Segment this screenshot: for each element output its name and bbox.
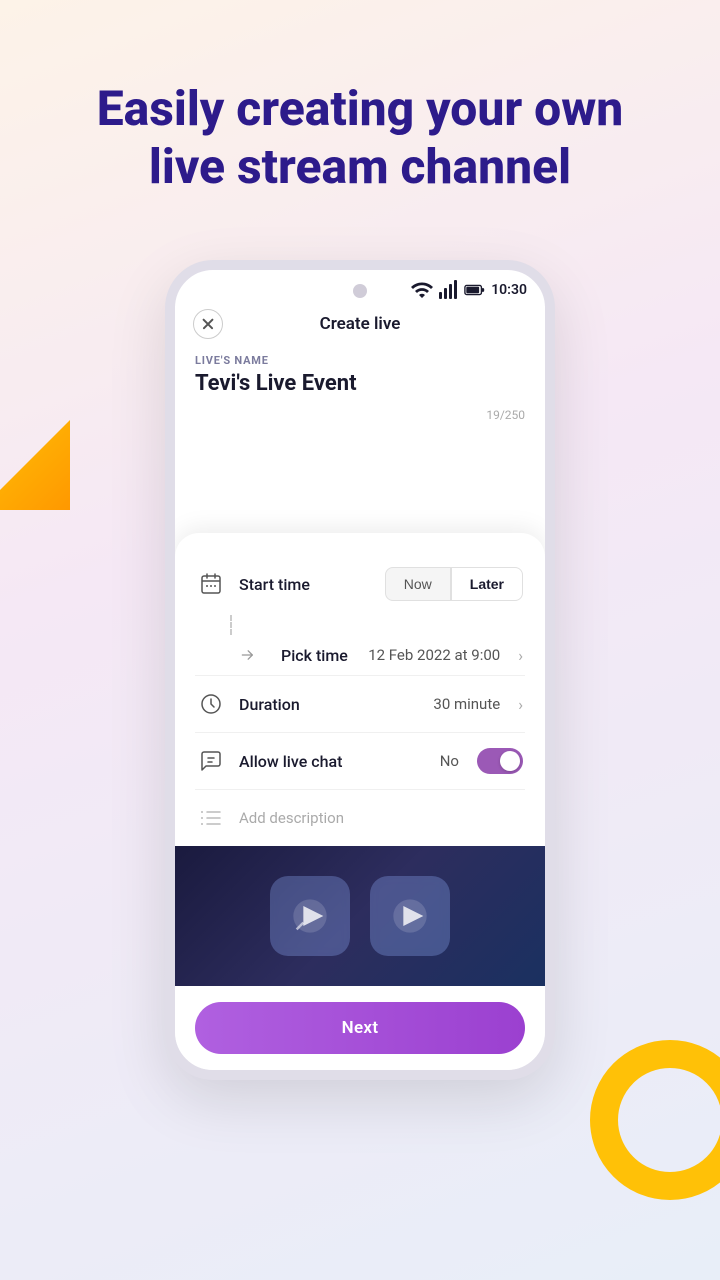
later-button[interactable]: Later bbox=[451, 567, 523, 601]
live-name-value: Tevi's Live Event bbox=[195, 371, 525, 396]
phone-mockup: 10:30 Create live LIVE'S NAME Tevi's Liv… bbox=[165, 260, 555, 1080]
char-count: 19/250 bbox=[175, 406, 545, 422]
wifi-icon bbox=[410, 278, 434, 302]
duration-value: 30 minute bbox=[433, 695, 500, 713]
thumb-icon-2 bbox=[370, 876, 450, 956]
screen-header: Create live bbox=[175, 306, 545, 346]
description-placeholder: Add description bbox=[239, 809, 344, 827]
arrow-icon bbox=[239, 645, 267, 665]
play-icon-2 bbox=[390, 896, 430, 936]
thumbnail-icons bbox=[270, 876, 450, 956]
description-row[interactable]: Add description bbox=[175, 790, 545, 846]
header-title: Easily creating your own live stream cha… bbox=[50, 80, 670, 195]
calendar-icon bbox=[199, 572, 223, 596]
pick-time-value: 12 Feb 2022 at 9:00 bbox=[368, 646, 500, 664]
clock-icon bbox=[199, 692, 223, 716]
status-time: 10:30 bbox=[491, 282, 527, 298]
bottom-sheet: Start time Now Later Pick time 12 Feb 20… bbox=[175, 533, 545, 1070]
battery-icon bbox=[464, 279, 486, 301]
right-arrow-icon bbox=[239, 645, 259, 665]
start-time-icon bbox=[197, 570, 225, 598]
duration-label: Duration bbox=[239, 695, 419, 714]
pick-time-chevron: › bbox=[518, 646, 523, 665]
chat-bubble-icon bbox=[199, 749, 223, 773]
duration-icon bbox=[197, 690, 225, 718]
allow-chat-value: No bbox=[440, 752, 459, 770]
pick-time-row[interactable]: Pick time 12 Feb 2022 at 9:00 › bbox=[217, 635, 545, 675]
next-button[interactable]: Next bbox=[195, 1002, 525, 1054]
live-name-section: LIVE'S NAME Tevi's Live Event bbox=[175, 346, 545, 406]
duration-row[interactable]: Duration 30 minute › bbox=[175, 676, 545, 732]
close-button[interactable] bbox=[193, 309, 223, 339]
screen-title: Create live bbox=[320, 314, 401, 334]
phone-camera bbox=[353, 284, 367, 298]
dashed-connector bbox=[230, 615, 232, 635]
thumb-icon-1 bbox=[270, 876, 350, 956]
allow-chat-row: Allow live chat No bbox=[175, 733, 545, 789]
description-icon bbox=[197, 804, 225, 832]
thumbnail-area bbox=[175, 846, 545, 986]
status-icons bbox=[410, 278, 486, 302]
toggle-knob bbox=[500, 751, 520, 771]
header-section: Easily creating your own live stream cha… bbox=[0, 80, 720, 195]
chat-icon bbox=[197, 747, 225, 775]
next-button-label: Next bbox=[342, 1018, 379, 1038]
decorative-circle bbox=[590, 1040, 720, 1200]
play-icon-1 bbox=[290, 896, 330, 936]
duration-chevron: › bbox=[518, 695, 523, 714]
allow-chat-toggle[interactable] bbox=[477, 748, 523, 774]
now-button[interactable]: Now bbox=[385, 567, 451, 601]
start-time-row: Start time Now Later bbox=[175, 553, 545, 615]
pick-time-label: Pick time bbox=[281, 646, 354, 665]
signal-icon bbox=[437, 278, 461, 302]
start-time-label: Start time bbox=[239, 575, 371, 594]
decorative-triangle bbox=[0, 420, 70, 510]
start-time-buttons: Now Later bbox=[385, 567, 523, 601]
list-icon bbox=[199, 806, 223, 830]
live-name-label: LIVE'S NAME bbox=[195, 354, 525, 367]
allow-chat-label: Allow live chat bbox=[239, 752, 426, 771]
